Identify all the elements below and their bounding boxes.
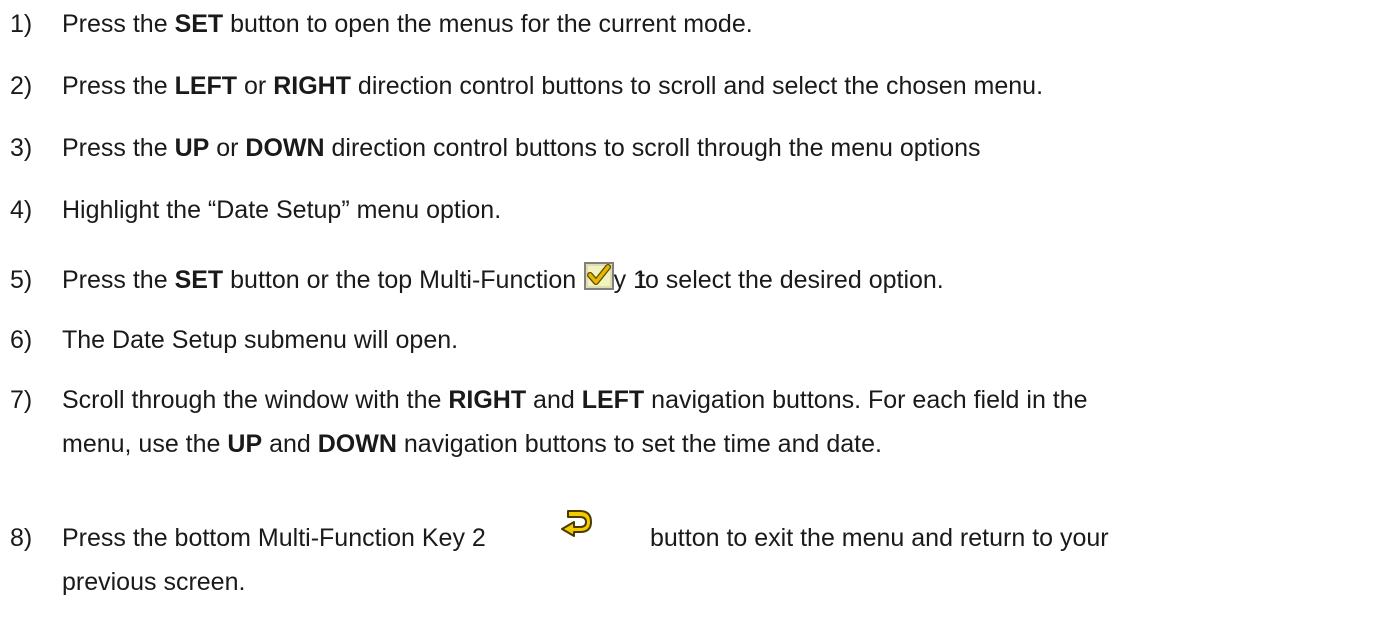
step-text-continuation: previous screen. — [62, 568, 246, 596]
step-text: Scroll through the window with the RIGHT… — [62, 386, 1088, 414]
checkmark-icon — [584, 260, 614, 290]
return-arrow-icon — [558, 508, 594, 540]
step-text: Press the LEFT or RIGHT direction contro… — [62, 72, 1044, 100]
step-text: Press the bottom Multi-Function Key 2 — [62, 524, 486, 552]
step-text: Press the SET button to open the menus f… — [62, 10, 753, 38]
step-text: The Date Setup submenu will open. — [62, 326, 459, 354]
step-text-continuation: menu, use the UP and DOWN navigation but… — [62, 430, 882, 458]
step-text: Press the SET button or the top Multi-Fu… — [62, 266, 648, 294]
step-number: 2) — [10, 72, 33, 100]
step-text-after-icon: button to exit the menu and return to yo… — [650, 524, 1109, 552]
step-number: 5) — [10, 266, 33, 294]
step-number: 4) — [10, 196, 33, 224]
step-number: 1) — [10, 10, 33, 38]
instruction-list: 1) Press the SET button to open the menu… — [0, 0, 1375, 620]
step-number: 7) — [10, 386, 33, 414]
step-number: 3) — [10, 134, 33, 162]
step-text: Highlight the “Date Setup” menu option. — [62, 196, 502, 224]
step-text: Press the UP or DOWN direction control b… — [62, 134, 981, 162]
step-number: 8) — [10, 524, 33, 552]
step-text-after-icon: to select the desired option. — [638, 266, 944, 294]
step-number: 6) — [10, 326, 33, 354]
